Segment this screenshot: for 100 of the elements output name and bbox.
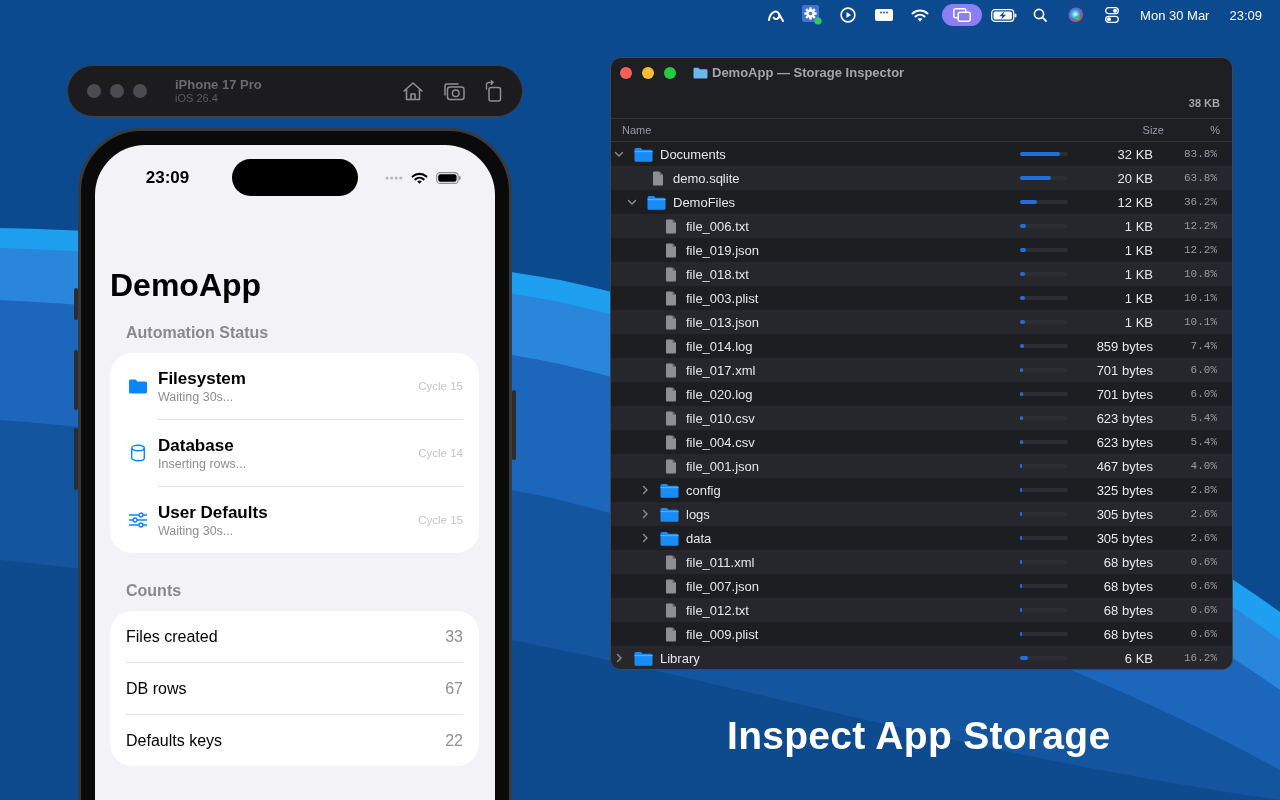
folder-icon xyxy=(634,650,653,666)
status-subtitle: Waiting 30s... xyxy=(158,388,235,405)
size-text: 305 bytes xyxy=(1095,506,1153,522)
chevron-icon[interactable] xyxy=(614,149,624,159)
menu-bar-clock[interactable]: 23:09 xyxy=(1229,7,1262,23)
chevron-icon[interactable] xyxy=(640,509,650,519)
gear-icon[interactable] xyxy=(802,5,823,25)
signal-dots-icon xyxy=(384,175,403,180)
menu-bar-date[interactable]: Mon 30 Mar xyxy=(1140,7,1210,23)
size-text: 305 bytes xyxy=(1095,530,1153,546)
percent-text: 0.6% xyxy=(1189,556,1217,568)
percent-text: 2.8% xyxy=(1189,484,1217,496)
file-icon xyxy=(665,290,677,306)
percent-text: 0.6% xyxy=(1189,580,1217,592)
chevron-icon[interactable] xyxy=(640,533,650,543)
cycle-label: Cycle 15 xyxy=(418,514,463,526)
size-text: 1 KB xyxy=(1123,290,1153,306)
cycle-label: Cycle 15 xyxy=(418,380,463,392)
tree-row[interactable]: Library 6 KB 16.2% xyxy=(611,646,1232,669)
search-icon[interactable] xyxy=(1033,8,1048,22)
count-value: 22 xyxy=(445,731,463,750)
percent-text: 10.1% xyxy=(1183,292,1217,304)
item-name: file_001.json xyxy=(686,458,759,474)
tree-row[interactable]: logs 305 bytes 2.6% xyxy=(611,502,1232,526)
count-value: 33 xyxy=(445,627,463,646)
column-header[interactable]: Size xyxy=(1142,124,1164,136)
battery-icon xyxy=(435,171,461,184)
window-icon[interactable] xyxy=(875,8,894,22)
percent-text: 0.6% xyxy=(1189,628,1217,640)
chevron-icon[interactable] xyxy=(627,197,637,207)
camera-icon[interactable] xyxy=(443,81,465,101)
status-subtitle: Inserting rows... xyxy=(158,455,247,472)
tree-row[interactable]: file_001.json 467 bytes 4.0% xyxy=(611,454,1232,478)
rotate-icon[interactable] xyxy=(484,80,502,102)
orb-icon[interactable] xyxy=(1068,7,1085,23)
section-header: Counts xyxy=(126,581,183,601)
size-text: 623 bytes xyxy=(1095,434,1153,450)
percent-text: 10.8% xyxy=(1183,268,1217,280)
cycle-label: Cycle 14 xyxy=(418,447,463,459)
tree-row[interactable]: file_017.xml 701 bytes 6.0% xyxy=(611,358,1232,382)
column-header[interactable]: Name xyxy=(622,124,1143,136)
section-header: Automation Status xyxy=(126,323,270,343)
file-icon xyxy=(665,314,677,330)
tree-row[interactable]: file_011.xml 68 bytes 0.6% xyxy=(611,550,1232,574)
folder-icon xyxy=(660,506,679,522)
percent-text: 83.8% xyxy=(1183,148,1217,160)
folder-icon xyxy=(128,378,148,394)
file-icon xyxy=(665,242,677,258)
chevron-icon[interactable] xyxy=(640,485,650,495)
play-icon[interactable] xyxy=(840,7,857,23)
item-name: Documents xyxy=(660,146,726,162)
file-icon xyxy=(665,602,677,618)
percent-text: 6.0% xyxy=(1189,388,1217,400)
tree-row[interactable]: demo.sqlite 20 KB 63.8% xyxy=(611,166,1232,190)
tree-row[interactable]: file_018.txt 1 KB 10.8% xyxy=(611,262,1232,286)
size-text: 467 bytes xyxy=(1095,458,1153,474)
tree-row[interactable]: file_013.json 1 KB 10.1% xyxy=(611,310,1232,334)
device-name: iPhone 17 Pro xyxy=(175,77,262,92)
minimize-icon[interactable] xyxy=(642,66,654,79)
percent-text: 12.2% xyxy=(1183,220,1217,232)
zoom-icon[interactable] xyxy=(664,66,676,79)
chevron-icon[interactable] xyxy=(614,653,624,663)
size-text: 68 bytes xyxy=(1102,626,1153,642)
tree-row[interactable]: file_012.txt 68 bytes 0.6% xyxy=(611,598,1232,622)
folder-icon xyxy=(660,530,679,546)
percent-text: 5.4% xyxy=(1189,436,1217,448)
total-size: 38 KB xyxy=(1188,96,1220,109)
percent-text: 2.6% xyxy=(1189,508,1217,520)
folder-icon xyxy=(634,146,653,162)
item-name: data xyxy=(686,530,712,546)
size-text: 701 bytes xyxy=(1095,362,1153,378)
toggles-icon[interactable] xyxy=(1105,7,1120,23)
wifi-icon[interactable] xyxy=(911,8,930,22)
size-text: 68 bytes xyxy=(1102,554,1153,570)
percent-text: 63.8% xyxy=(1183,172,1217,184)
file-icon xyxy=(665,434,677,450)
percent-text: 2.6% xyxy=(1189,532,1217,544)
size-text: 701 bytes xyxy=(1095,386,1153,402)
file-icon xyxy=(665,458,677,474)
size-text: 32 KB xyxy=(1116,146,1153,162)
item-name: Library xyxy=(660,650,700,666)
file-icon xyxy=(665,338,677,354)
item-name: file_019.json xyxy=(686,242,759,258)
percent-text: 6.0% xyxy=(1189,364,1217,376)
item-name: file_009.plist xyxy=(686,626,759,642)
close-icon[interactable] xyxy=(620,66,632,79)
home-icon[interactable] xyxy=(402,81,424,101)
item-name: file_004.csv xyxy=(686,434,755,450)
tree-row[interactable]: file_006.txt 1 KB 12.2% xyxy=(611,214,1232,238)
item-name: file_020.log xyxy=(686,386,753,402)
column-header[interactable]: % xyxy=(1164,124,1220,136)
file-icon xyxy=(652,170,664,186)
item-name: file_013.json xyxy=(686,314,759,330)
file-icon xyxy=(665,266,677,282)
percent-text: 0.6% xyxy=(1189,604,1217,616)
count-value: 67 xyxy=(445,679,463,698)
tree-row[interactable]: file_010.csv 623 bytes 5.4% xyxy=(611,406,1232,430)
size-text: 1 KB xyxy=(1123,266,1153,282)
battery-charging-icon[interactable] xyxy=(991,8,1018,22)
item-name: demo.sqlite xyxy=(673,170,740,186)
